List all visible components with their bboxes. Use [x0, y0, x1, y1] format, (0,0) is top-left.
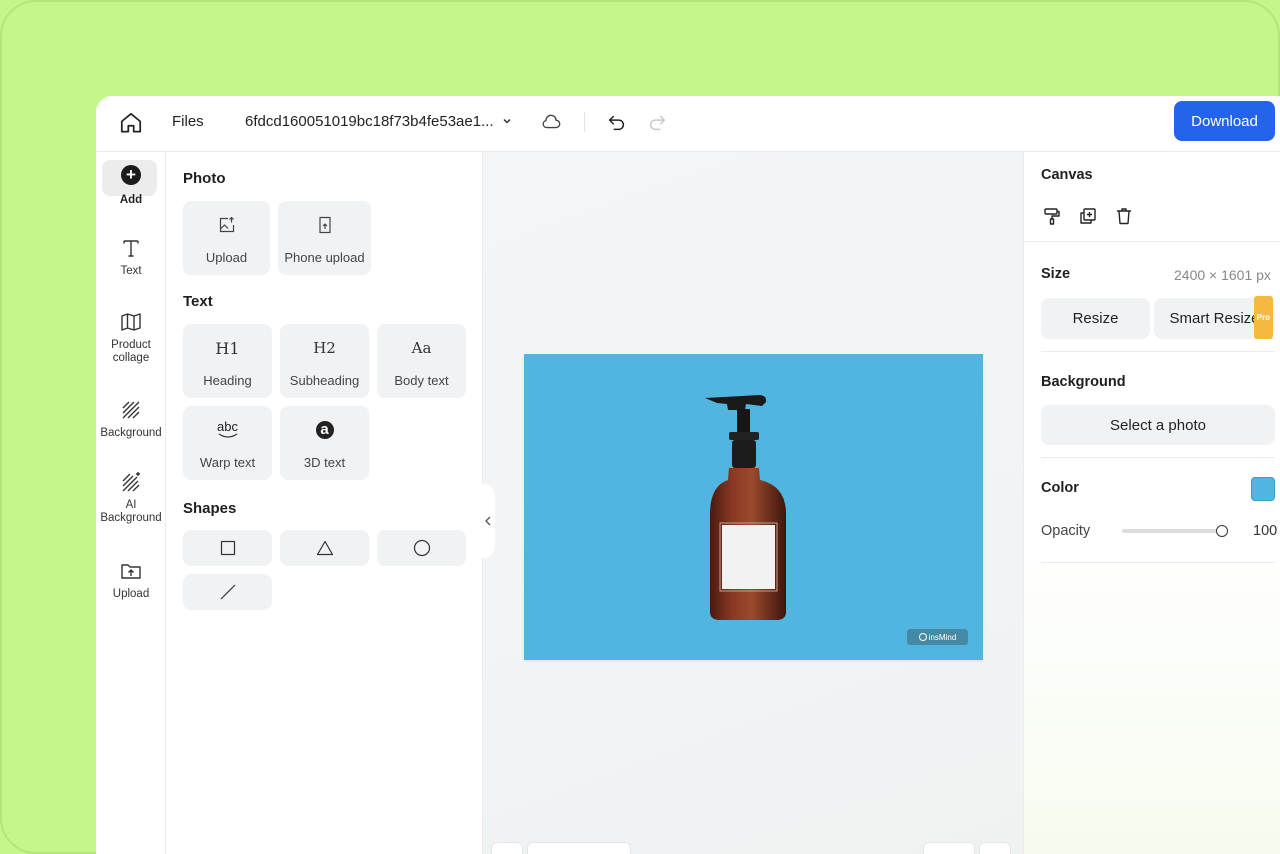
3d-text-tile[interactable]: a 3D text	[280, 406, 369, 480]
tile-label: Phone upload	[284, 250, 365, 265]
tile-label: 3D text	[303, 455, 346, 470]
divider	[1041, 351, 1275, 352]
rail-item-background[interactable]: Background	[96, 398, 166, 440]
rail-item-label: Text	[120, 265, 142, 277]
pump-bottle-image	[705, 395, 786, 620]
phone-upload-tile[interactable]: Phone upload	[278, 201, 371, 275]
warp-curve-icon	[218, 433, 237, 438]
upload-tile[interactable]: Upload	[183, 201, 270, 275]
top-bar: Files 6fdcd160051019bc18f73b4fe53ae1... …	[96, 96, 1280, 152]
square-shape-tile[interactable]	[183, 530, 272, 566]
toolbar-divider	[584, 112, 585, 132]
tile-label: Body text	[394, 373, 449, 388]
image-upload-icon	[219, 216, 234, 233]
rail-item-label: Add	[119, 194, 143, 206]
ai-hatch-icon	[122, 472, 140, 492]
triangle-shape-tile[interactable]	[280, 530, 369, 566]
square-icon	[220, 540, 235, 556]
subheading-glyph: H2	[313, 339, 336, 357]
opacity-label: Opacity	[1041, 523, 1091, 539]
tile-label: Warp text	[199, 455, 256, 470]
smart-resize-label: Smart Resize	[1169, 310, 1260, 327]
color-swatch[interactable]	[1251, 477, 1275, 501]
home-icon[interactable]	[118, 110, 144, 136]
size-value: 2400 × 1601 px	[1174, 267, 1271, 283]
divider	[1024, 241, 1280, 242]
subheading-tile[interactable]: H2 Subheading	[280, 324, 369, 398]
files-link[interactable]: Files	[172, 113, 204, 130]
watermark-logo-icon	[918, 633, 927, 641]
circle-icon	[413, 539, 430, 557]
rail-item-text[interactable]: Text	[96, 236, 166, 278]
line-shape-tile[interactable]	[183, 574, 272, 610]
opacity-value: 100	[1253, 523, 1278, 539]
heading-tile[interactable]: H1 Heading	[183, 324, 272, 398]
heading-glyph: H1	[215, 338, 240, 358]
background-title: Background	[1041, 374, 1126, 390]
undo-icon[interactable]	[606, 111, 628, 133]
smart-resize-button[interactable]: Smart Resize Pro	[1154, 296, 1275, 339]
chevron-left-icon	[485, 516, 491, 526]
download-button[interactable]: Download	[1174, 101, 1275, 141]
text-icon	[123, 240, 139, 257]
upload-folder-icon	[121, 564, 141, 579]
opacity-slider-track[interactable]	[1122, 529, 1222, 533]
size-title: Size	[1041, 266, 1071, 282]
duplicate-icon[interactable]	[1078, 206, 1098, 226]
rail-item-add[interactable]: + Add	[96, 165, 166, 207]
help-control-stub[interactable]	[979, 842, 1011, 854]
page-control-stub[interactable]	[527, 842, 631, 854]
canvas-title: Canvas	[1041, 167, 1093, 183]
line-icon	[220, 584, 235, 600]
rail-item-product-collage[interactable]: Product collage	[96, 310, 166, 365]
canvas-area: insMind	[481, 152, 1023, 854]
chevron-down-icon[interactable]	[500, 114, 514, 128]
warp-text-glyph: abc	[217, 419, 238, 434]
collapse-panel-button[interactable]	[481, 484, 495, 558]
3d-text-glyph: a	[315, 421, 334, 439]
pro-badge: Pro	[1253, 296, 1273, 339]
zoom-control-stub[interactable]	[491, 842, 523, 854]
opacity-slider-thumb[interactable]	[1216, 525, 1228, 537]
tile-label: Upload	[205, 250, 248, 265]
watermark-badge: insMind	[907, 629, 968, 645]
map-icon	[121, 313, 141, 331]
rail-item-label: Upload	[112, 588, 150, 600]
rail-item-label: AI Background	[100, 499, 162, 524]
tile-label: Heading	[203, 373, 252, 388]
rail-item-label: Background	[100, 427, 162, 439]
body-text-glyph: Aa	[411, 339, 432, 357]
trash-icon[interactable]	[1114, 206, 1134, 226]
warp-text-tile[interactable]: abc Warp text	[183, 406, 272, 480]
left-rail: + Add Text Product collage Background AI…	[96, 152, 166, 854]
design-canvas[interactable]: insMind	[524, 354, 983, 660]
plus-circle-icon: +	[121, 165, 141, 185]
rail-item-ai-background[interactable]: AI Background	[96, 470, 166, 525]
divider	[1041, 457, 1275, 458]
cloud-sync-icon[interactable]	[540, 111, 562, 133]
triangle-icon	[316, 540, 333, 556]
editor-window: Files 6fdcd160051019bc18f73b4fe53ae1... …	[96, 96, 1280, 854]
section-title-text: Text	[183, 293, 213, 310]
divider	[1041, 562, 1275, 563]
body-text-tile[interactable]: Aa Body text	[377, 324, 466, 398]
add-panel: Photo Upload Phone upload Text H1 Headin…	[166, 152, 483, 854]
resize-button[interactable]: Resize	[1041, 298, 1150, 339]
color-title: Color	[1041, 480, 1079, 496]
tile-label: Subheading	[289, 373, 360, 388]
circle-shape-tile[interactable]	[377, 530, 466, 566]
rail-item-upload[interactable]: Upload	[96, 559, 166, 601]
redo-icon	[649, 115, 666, 131]
hatch-icon	[122, 401, 140, 419]
filename-label[interactable]: 6fdcd160051019bc18f73b4fe53ae1...	[245, 113, 494, 130]
select-photo-button[interactable]: Select a photo	[1041, 405, 1275, 445]
section-title-photo: Photo	[183, 170, 226, 187]
section-title-shapes: Shapes	[183, 500, 237, 517]
phone-upload-icon	[318, 216, 331, 234]
paint-roller-icon[interactable]	[1042, 206, 1062, 226]
watermark-text: insMind	[928, 632, 957, 642]
properties-panel: Canvas Size 2400 × 1601 px Resize Smart …	[1023, 152, 1280, 854]
fit-control-stub[interactable]	[923, 842, 975, 854]
rail-item-label: Product collage	[111, 339, 151, 364]
